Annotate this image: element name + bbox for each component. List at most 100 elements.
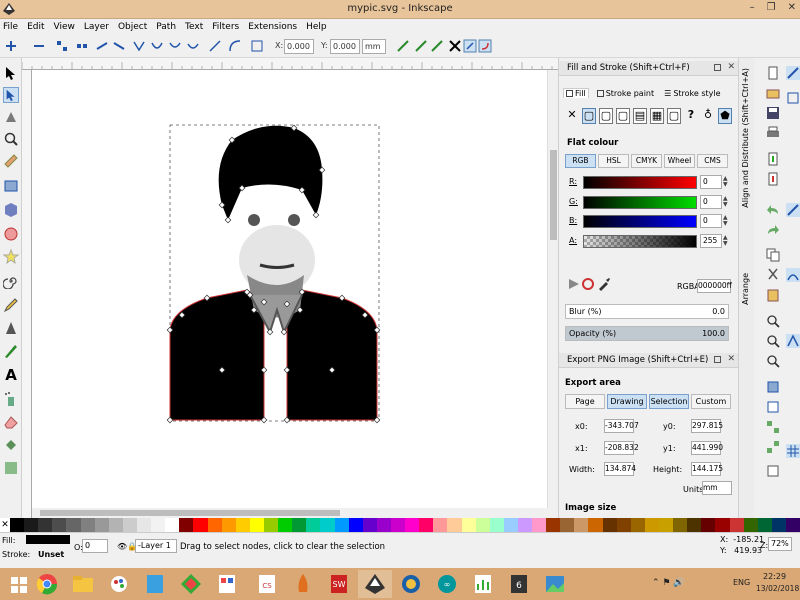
palette-swatch[interactable] (602, 518, 617, 532)
minimize-button[interactable]: – (750, 2, 755, 13)
app-icon-colors[interactable] (210, 570, 244, 598)
tab-stroke-paint[interactable]: Stroke paint (595, 88, 656, 98)
app-icon-globe[interactable] (394, 570, 428, 598)
menu-help[interactable]: Help (306, 22, 327, 32)
palette-swatch[interactable] (292, 518, 307, 532)
close-panel-icon[interactable]: ✕ (727, 62, 735, 72)
palette-swatch[interactable] (687, 518, 702, 532)
x0-input[interactable]: -343.707 (604, 419, 639, 433)
palette-swatch[interactable] (517, 518, 533, 532)
undo-icon[interactable] (766, 204, 780, 218)
symmetric-node-icon[interactable] (168, 39, 182, 53)
delete-node-icon[interactable] (32, 39, 46, 53)
mode-cmyk[interactable]: CMYK (631, 154, 662, 168)
text-tool-icon[interactable]: A (3, 366, 19, 384)
palette-swatch[interactable] (532, 518, 547, 532)
palette-swatch[interactable] (334, 518, 349, 532)
tab-align-distribute[interactable]: Align and Distribute (Shift+Ctrl+A) (741, 68, 750, 208)
no-paint-swatch[interactable]: ✕ (0, 518, 10, 532)
menu-object[interactable]: Object (118, 22, 147, 32)
blue-value-input[interactable]: 0 (700, 214, 722, 228)
star-tool-icon[interactable] (3, 249, 19, 265)
inkscape-taskbar-icon[interactable] (358, 570, 392, 598)
save-icon[interactable] (766, 106, 780, 120)
palette-swatch[interactable] (10, 518, 25, 532)
app-icon-6[interactable]: 6 (502, 570, 536, 598)
menu-layer[interactable]: Layer (84, 22, 109, 32)
palette-swatch[interactable] (616, 518, 631, 532)
palette-swatch[interactable] (729, 518, 744, 532)
paint-bucket-tool-icon[interactable] (3, 437, 19, 453)
color-managed-icon[interactable] (567, 277, 581, 291)
palette-swatch[interactable] (348, 518, 363, 532)
print-icon[interactable] (766, 126, 780, 140)
snap-cusp-icon[interactable] (786, 334, 800, 348)
fill-rule-nonzero-button[interactable]: ⬟ (718, 108, 732, 124)
group-icon[interactable] (766, 420, 780, 434)
selector-tool-icon[interactable] (3, 65, 19, 81)
palette-swatch[interactable] (52, 518, 67, 532)
zoom-input[interactable]: 72% (768, 537, 792, 551)
palette-swatch[interactable] (433, 518, 448, 532)
palette-swatch[interactable] (447, 518, 462, 532)
pen-tool-icon[interactable] (3, 320, 19, 336)
horizontal-scrollbar[interactable] (32, 508, 547, 518)
snap-grid-icon[interactable] (786, 444, 800, 458)
palette-swatch[interactable] (644, 518, 660, 532)
red-spinner[interactable]: ▲ ▼ (723, 176, 728, 188)
red-slider[interactable] (583, 176, 697, 189)
solidworks-icon[interactable]: SW (322, 570, 356, 598)
swatch-button[interactable]: ▢ (667, 108, 681, 124)
menu-view[interactable]: View (54, 22, 75, 32)
palette-swatch[interactable] (165, 518, 180, 532)
duplicate-icon[interactable] (766, 380, 780, 394)
palette-swatch[interactable] (503, 518, 518, 532)
palette-swatch[interactable] (715, 518, 730, 532)
blue-slider[interactable] (583, 215, 697, 228)
green-value-input[interactable]: 0 (700, 195, 722, 209)
photos-icon[interactable] (538, 570, 572, 598)
y-input[interactable]: 0.000 (330, 39, 360, 54)
clock-time[interactable]: 22:29 (763, 572, 786, 581)
green-slider[interactable] (583, 196, 697, 209)
export-custom-button[interactable]: Custom (691, 394, 731, 409)
palette-swatch[interactable] (475, 518, 490, 532)
paste-icon[interactable] (766, 288, 780, 302)
palette-swatch[interactable] (249, 518, 264, 532)
palette-swatch[interactable] (235, 518, 250, 532)
palette-swatch[interactable] (207, 518, 222, 532)
palette-swatch[interactable] (263, 518, 279, 532)
palette-swatch[interactable] (786, 518, 800, 532)
import-icon[interactable] (766, 152, 780, 166)
ungroup-icon[interactable] (766, 440, 780, 454)
palette-swatch[interactable] (221, 518, 236, 532)
copy-icon[interactable] (766, 248, 780, 262)
tweak-tool-icon[interactable] (3, 109, 19, 125)
snap-paths-icon[interactable] (786, 268, 800, 282)
3d-box-tool-icon[interactable] (3, 202, 19, 218)
palette-swatch[interactable] (193, 518, 208, 532)
palette-swatch[interactable] (151, 518, 166, 532)
app-icon-blue[interactable] (138, 570, 172, 598)
palette-swatch[interactable] (66, 518, 81, 532)
export-icon[interactable] (766, 172, 780, 186)
palette-swatch[interactable] (390, 518, 406, 532)
line-segment-icon[interactable] (208, 39, 222, 53)
join-segment-icon[interactable] (95, 39, 109, 53)
palette-swatch[interactable] (546, 518, 561, 532)
mode-rgb[interactable]: RGB (565, 154, 596, 168)
xml-editor-icon[interactable] (766, 464, 780, 478)
redo-icon[interactable] (766, 224, 780, 238)
palette-swatch[interactable] (24, 518, 39, 532)
show-outline-icon[interactable] (430, 39, 444, 53)
fill-indicator[interactable] (26, 535, 70, 544)
flat-colour-button[interactable]: ▢ (582, 108, 596, 124)
layer-visibility-icon[interactable]: 👁 (117, 542, 127, 551)
mode-wheel[interactable]: Wheel (664, 154, 695, 168)
menu-filters[interactable]: Filters (212, 22, 239, 32)
palette-swatch[interactable] (108, 518, 123, 532)
palette-swatch[interactable] (38, 518, 53, 532)
rectangle-tool-icon[interactable] (3, 178, 19, 194)
x-input[interactable]: 0.000 (284, 39, 314, 54)
delete-segment-icon[interactable] (112, 39, 126, 53)
